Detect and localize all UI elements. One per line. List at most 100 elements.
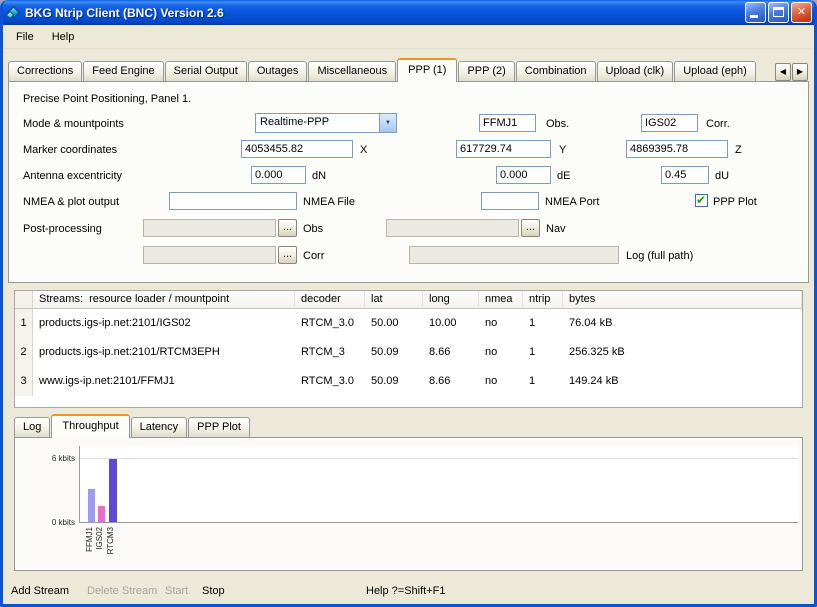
minimize-icon bbox=[750, 15, 758, 18]
obs-mountpoint-field[interactable] bbox=[479, 114, 536, 132]
de-label: dE bbox=[557, 170, 570, 182]
app-icon[interactable] bbox=[7, 6, 21, 20]
cell-nmea: no bbox=[479, 309, 523, 338]
cell-ntrip: 1 bbox=[523, 367, 563, 396]
table-row[interactable]: 3 www.igs-ip.net:2101/FFMJ1 RTCM_3.0 50.… bbox=[15, 367, 802, 396]
x-tick-label-ffmj1: FFMJ1 bbox=[85, 527, 95, 552]
obs-label: Obs. bbox=[546, 118, 569, 130]
obs-browse-button[interactable]: ... bbox=[278, 219, 297, 237]
y-coordinate-field[interactable] bbox=[456, 140, 551, 158]
row-number: 3 bbox=[15, 367, 33, 396]
bnc-window: BKG Ntrip Client (BNC) Version 2.6 ✕ Fil… bbox=[0, 0, 817, 607]
cell-decoder: RTCM_3 bbox=[295, 338, 365, 367]
column-header-bytes[interactable]: bytes bbox=[563, 291, 802, 309]
y-tick-label-bottom: 0 kbits bbox=[19, 518, 75, 527]
nav-browse-button[interactable]: ... bbox=[521, 219, 540, 237]
menu-file[interactable]: File bbox=[7, 28, 43, 46]
tab-corrections[interactable]: Corrections bbox=[8, 61, 82, 81]
z-coordinate-field[interactable] bbox=[626, 140, 728, 158]
nmea-file-label: NMEA File bbox=[303, 196, 355, 208]
menu-help[interactable]: Help bbox=[43, 28, 84, 46]
cell-ntrip: 1 bbox=[523, 309, 563, 338]
tab-ppp-plot[interactable]: PPP Plot bbox=[188, 417, 250, 437]
row-number-header bbox=[15, 291, 33, 309]
tab-miscellaneous[interactable]: Miscellaneous bbox=[308, 61, 396, 81]
ppp-plot-label: PPP Plot bbox=[713, 196, 757, 208]
tab-latency[interactable]: Latency bbox=[131, 417, 188, 437]
corr-browse-button[interactable]: ... bbox=[278, 246, 297, 264]
cell-bytes: 149.24 kB bbox=[563, 367, 802, 396]
main-tab-bar: Corrections Feed Engine Serial Output Ou… bbox=[8, 58, 809, 82]
column-header-mountpoint[interactable]: Streams: resource loader / mountpoint bbox=[33, 291, 295, 309]
cell-mountpoint: www.igs-ip.net:2101/FFMJ1 bbox=[33, 367, 295, 396]
streams-table: Streams: resource loader / mountpoint de… bbox=[14, 290, 803, 408]
mode-label: Mode & mountpoints bbox=[23, 118, 124, 130]
y-tick-label-top: 6 kbits bbox=[19, 454, 75, 463]
tab-scroll-left-button[interactable]: ◀ bbox=[775, 63, 791, 81]
de-field[interactable] bbox=[496, 166, 551, 184]
antenna-excentricity-label: Antenna excentricity bbox=[23, 170, 122, 182]
tab-ppp-2[interactable]: PPP (2) bbox=[458, 61, 514, 81]
menu-bar: File Help bbox=[3, 25, 814, 49]
x-label: X bbox=[360, 144, 367, 156]
corr-mountpoint-field[interactable] bbox=[641, 114, 698, 132]
mode-combobox[interactable]: Realtime-PPP ▼ bbox=[255, 113, 397, 133]
tab-log[interactable]: Log bbox=[14, 417, 50, 437]
stop-button[interactable]: Stop bbox=[202, 585, 225, 597]
chart-bar-rtcm3 bbox=[109, 459, 117, 522]
table-row[interactable]: 1 products.igs-ip.net:2101/IGS02 RTCM_3.… bbox=[15, 309, 802, 338]
cell-lat: 50.09 bbox=[365, 367, 423, 396]
nmea-file-field[interactable] bbox=[169, 192, 297, 210]
column-header-lat[interactable]: lat bbox=[365, 291, 423, 309]
tab-scroll-buttons: ◀ ▶ bbox=[775, 63, 808, 81]
tab-ppp-1[interactable]: PPP (1) bbox=[397, 58, 457, 82]
add-stream-button[interactable]: Add Stream bbox=[11, 585, 69, 597]
obs-path-field bbox=[143, 219, 276, 237]
gridline-6kbits bbox=[80, 458, 798, 459]
log-path-field bbox=[409, 246, 619, 264]
column-header-nmea[interactable]: nmea bbox=[479, 291, 523, 309]
post-processing-label: Post-processing bbox=[23, 223, 102, 235]
cell-bytes: 76.04 kB bbox=[563, 309, 802, 338]
dn-field[interactable] bbox=[251, 166, 306, 184]
title-bar[interactable]: BKG Ntrip Client (BNC) Version 2.6 ✕ bbox=[0, 0, 817, 25]
tab-upload-eph[interactable]: Upload (eph) bbox=[674, 61, 756, 81]
column-header-long[interactable]: long bbox=[423, 291, 479, 309]
table-row[interactable]: 2 products.igs-ip.net:2101/RTCM3EPH RTCM… bbox=[15, 338, 802, 367]
tab-feed-engine[interactable]: Feed Engine bbox=[83, 61, 163, 81]
tab-serial-output[interactable]: Serial Output bbox=[165, 61, 247, 81]
cell-lat: 50.09 bbox=[365, 338, 423, 367]
cell-bytes: 256.325 kB bbox=[563, 338, 802, 367]
panel-title: Precise Point Positioning, Panel 1. bbox=[23, 93, 191, 105]
chart-plot-area bbox=[79, 446, 798, 523]
tab-scroll-right-button[interactable]: ▶ bbox=[792, 63, 808, 81]
tab-outages[interactable]: Outages bbox=[248, 61, 308, 81]
cell-decoder: RTCM_3.0 bbox=[295, 367, 365, 396]
tab-upload-clk[interactable]: Upload (clk) bbox=[597, 61, 674, 81]
combo-dropdown-button[interactable]: ▼ bbox=[379, 114, 396, 132]
nmea-port-field[interactable] bbox=[481, 192, 539, 210]
tab-throughput[interactable]: Throughput bbox=[51, 414, 129, 438]
delete-stream-button[interactable]: Delete Stream bbox=[87, 585, 157, 597]
cell-long: 8.66 bbox=[423, 338, 479, 367]
cell-long: 10.00 bbox=[423, 309, 479, 338]
chart-bar-igs02 bbox=[98, 506, 105, 522]
du-field[interactable] bbox=[661, 166, 709, 184]
cell-lat: 50.00 bbox=[365, 309, 423, 338]
x-coordinate-field[interactable] bbox=[241, 140, 353, 158]
column-header-decoder[interactable]: decoder bbox=[295, 291, 365, 309]
maximize-button[interactable] bbox=[768, 2, 789, 23]
nmea-output-label: NMEA & plot output bbox=[23, 196, 119, 208]
chart-bar-ffmj1 bbox=[88, 489, 95, 522]
tab-combination[interactable]: Combination bbox=[516, 61, 596, 81]
du-label: dU bbox=[715, 170, 729, 182]
cell-ntrip: 1 bbox=[523, 338, 563, 367]
minimize-button[interactable] bbox=[745, 2, 766, 23]
ppp-panel: Precise Point Positioning, Panel 1. Mode… bbox=[8, 81, 809, 283]
start-button[interactable]: Start bbox=[165, 585, 188, 597]
cell-mountpoint: products.igs-ip.net:2101/IGS02 bbox=[33, 309, 295, 338]
corr-path-label: Corr bbox=[303, 250, 324, 262]
close-button[interactable]: ✕ bbox=[791, 2, 812, 23]
ppp-plot-checkbox[interactable]: ✔ bbox=[695, 194, 708, 207]
column-header-ntrip[interactable]: ntrip bbox=[523, 291, 563, 309]
